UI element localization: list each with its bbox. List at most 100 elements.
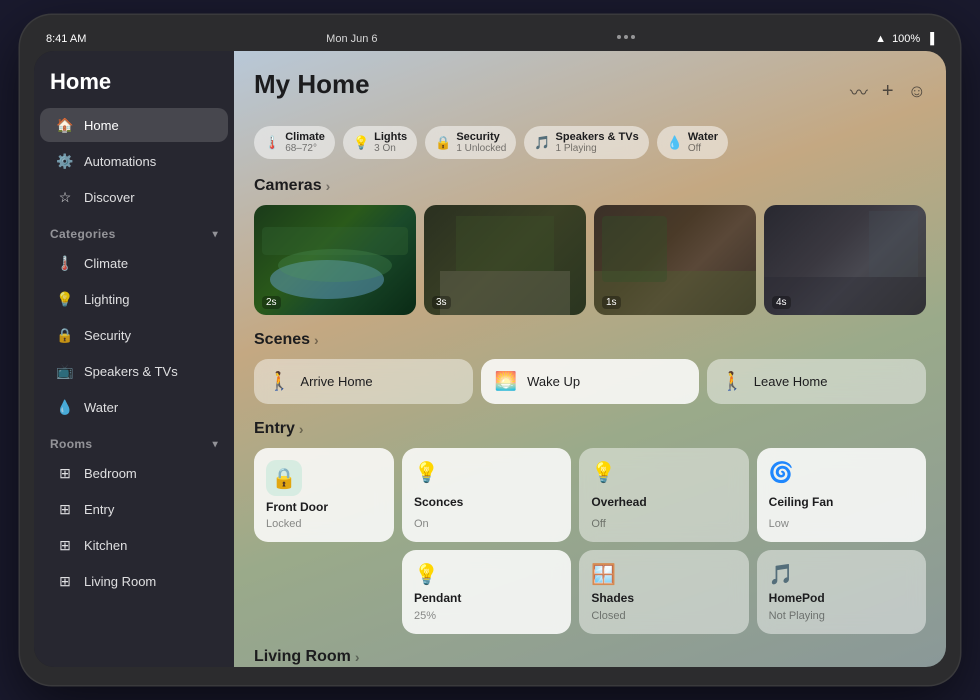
sidebar-item-speakers[interactable]: 📺 Speakers & TVs	[40, 354, 228, 388]
chevron-down-icon: ▾	[213, 229, 218, 240]
security-icon: 🔒	[56, 326, 74, 344]
wake-up-icon: 🌅	[495, 371, 517, 392]
cameras-label: Cameras	[254, 177, 322, 195]
sconces-status: On	[414, 518, 559, 530]
scenes-chevron: ›	[314, 332, 319, 348]
status-date: Mon Jun 6	[326, 33, 377, 45]
device-ceiling-fan[interactable]: 🌀 Ceiling Fan Low	[757, 448, 926, 542]
chip-climate-icon: 🌡️	[264, 135, 280, 151]
device-front-door[interactable]: 🔒 Front Door Locked	[254, 448, 394, 542]
add-icon[interactable]: +	[882, 80, 894, 103]
kitchen-icon: ⊞	[56, 536, 74, 554]
entry-grid-spacer	[254, 550, 394, 633]
living-room-section-header[interactable]: Living Room ›	[254, 648, 926, 666]
sconces-icon: 💡	[414, 460, 439, 485]
sconces-name: Sconces	[414, 495, 559, 509]
wave-icon[interactable]: 〰	[850, 79, 868, 105]
rooms-header[interactable]: Rooms ▾	[34, 425, 234, 455]
home-icon: 🏠	[56, 116, 74, 134]
chip-security-icon: 🔒	[435, 135, 451, 151]
overhead-name: Overhead	[591, 495, 736, 509]
sidebar-item-automations[interactable]: ⚙️ Automations	[40, 144, 228, 178]
ceiling-fan-name: Ceiling Fan	[769, 495, 914, 509]
category-chips: 🌡️ Climate 68–72° 💡 Lights 3 On 🔒	[254, 126, 926, 159]
pendant-icon: 💡	[414, 562, 439, 587]
entry-section-header[interactable]: Entry ›	[254, 420, 926, 438]
device-sconces[interactable]: 💡 Sconces On	[402, 448, 571, 542]
homepod-name: HomePod	[769, 591, 914, 605]
sidebar-item-discover[interactable]: ☆ Discover	[40, 180, 228, 214]
device-shades[interactable]: 🪟 Shades Closed	[579, 550, 748, 633]
pendant-status: 25%	[414, 610, 559, 622]
camera-feed-4[interactable]: 4s	[764, 205, 926, 315]
camera-timestamp-1: 2s	[262, 296, 281, 309]
sidebar-label-discover: Discover	[84, 190, 135, 205]
chip-speakers-icon: 🎵	[534, 135, 550, 151]
livingroom-icon: ⊞	[56, 572, 74, 590]
entry-devices-grid: 🔒 Front Door Locked 💡 Sconces On	[254, 448, 926, 634]
scene-arrive-home[interactable]: 🚶 Arrive Home	[254, 359, 473, 404]
sidebar-item-water[interactable]: 💧 Water	[40, 390, 228, 424]
pendant-name: Pendant	[414, 591, 559, 605]
ceiling-fan-icon: 🌀	[769, 460, 794, 485]
sidebar-title: Home	[34, 69, 234, 107]
smiley-icon[interactable]: ☺	[908, 81, 926, 102]
sidebar-item-lighting[interactable]: 💡 Lighting	[40, 282, 228, 316]
ceiling-fan-status: Low	[769, 518, 914, 530]
leave-home-icon: 🚶	[721, 371, 743, 392]
ipad-shell: 8:41 AM Mon Jun 6 ▲ 100% ▐ Home 🏠 Home ⚙…	[20, 15, 960, 685]
camera-timestamp-2: 3s	[432, 296, 451, 309]
shades-icon: 🪟	[591, 562, 616, 587]
scene-wake-up[interactable]: 🌅 Wake Up	[481, 359, 700, 404]
sidebar-item-climate[interactable]: 🌡️ Climate	[40, 246, 228, 280]
sidebar-item-home[interactable]: 🏠 Home	[40, 108, 228, 142]
chip-security[interactable]: 🔒 Security 1 Unlocked	[425, 126, 516, 159]
sidebar-item-entry[interactable]: ⊞ Entry	[40, 492, 228, 526]
sidebar-item-security[interactable]: 🔒 Security	[40, 318, 228, 352]
overhead-icon: 💡	[591, 460, 616, 485]
homepod-icon: 🎵	[769, 562, 794, 587]
camera-feed-1[interactable]: 2s	[254, 205, 416, 315]
page-title: My Home	[254, 69, 370, 100]
battery-percent: 100%	[892, 33, 920, 45]
camera-timestamp-4: 4s	[772, 296, 791, 309]
sidebar-item-livingroom[interactable]: ⊞ Living Room	[40, 564, 228, 598]
scene-leave-home[interactable]: 🚶 Leave Home	[707, 359, 926, 404]
arrive-home-icon: 🚶	[268, 371, 290, 392]
camera-feed-3[interactable]: 1s	[594, 205, 756, 315]
chip-water-icon: 💧	[667, 135, 683, 151]
living-room-section: Living Room › 68° Thermostat Heating to …	[254, 648, 926, 667]
chip-lights[interactable]: 💡 Lights 3 On	[343, 126, 417, 159]
camera-timestamp-3: 1s	[602, 296, 621, 309]
wifi-icon: ▲	[875, 33, 886, 45]
scenes-label: Scenes	[254, 331, 310, 349]
sidebar-item-bedroom[interactable]: ⊞ Bedroom	[40, 456, 228, 490]
shades-status: Closed	[591, 610, 736, 622]
cameras-section-header[interactable]: Cameras ›	[254, 177, 926, 195]
device-overhead[interactable]: 💡 Overhead Off	[579, 448, 748, 542]
climate-icon: 🌡️	[56, 254, 74, 272]
discover-icon: ☆	[56, 188, 74, 206]
chevron-down-rooms-icon: ▾	[213, 439, 218, 450]
camera-feed-2[interactable]: 3s	[424, 205, 586, 315]
scenes-section-header[interactable]: Scenes ›	[254, 331, 926, 349]
leave-home-label: Leave Home	[754, 374, 828, 389]
chip-water[interactable]: 💧 Water Off	[657, 126, 728, 159]
device-homepod[interactable]: 🎵 HomePod Not Playing	[757, 550, 926, 633]
sidebar-item-kitchen[interactable]: ⊞ Kitchen	[40, 528, 228, 562]
categories-header[interactable]: Categories ▾	[34, 215, 234, 245]
sidebar-label-home: Home	[84, 118, 119, 133]
water-icon: 💧	[56, 398, 74, 416]
main-content: My Home 〰 + ☺ 🌡️ Climate 68–72° 💡	[234, 51, 946, 667]
entry-label: Entry	[254, 420, 295, 438]
chip-lights-icon: 💡	[353, 135, 369, 151]
entry-icon: ⊞	[56, 500, 74, 518]
homepod-status: Not Playing	[769, 610, 914, 622]
chip-climate[interactable]: 🌡️ Climate 68–72°	[254, 126, 335, 159]
entry-room-section: Entry › 🔒 Front Door Locked 💡	[254, 420, 926, 634]
chip-speakers[interactable]: 🎵 Speakers & TVs 1 Playing	[524, 126, 648, 159]
arrive-home-label: Arrive Home	[300, 374, 372, 389]
automations-icon: ⚙️	[56, 152, 74, 170]
device-pendant[interactable]: 💡 Pendant 25%	[402, 550, 571, 633]
sidebar: Home 🏠 Home ⚙️ Automations ☆ Discover Ca…	[34, 51, 234, 667]
